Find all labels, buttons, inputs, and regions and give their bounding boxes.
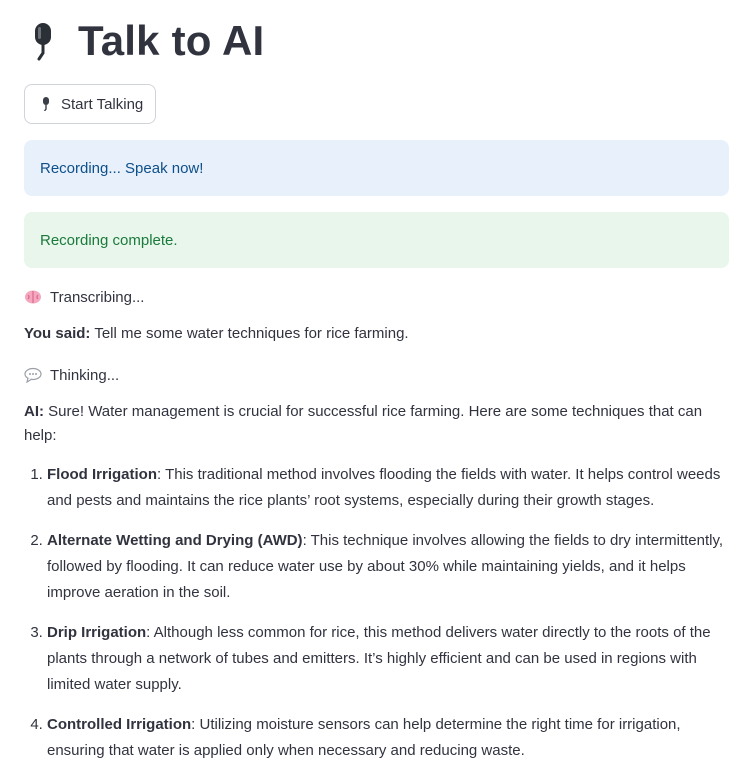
user-text: Tell me some water techniques for rice f… [94, 325, 409, 342]
user-label: You said: [24, 325, 91, 342]
technique-name: Drip Irrigation [47, 624, 147, 641]
thinking-text: Thinking... [50, 366, 120, 384]
user-message: You said: Tell me some water techniques … [24, 322, 729, 346]
techniques-list: Flood Irrigation: This traditional metho… [24, 462, 729, 763]
technique-name: Flood Irrigation [47, 466, 157, 483]
list-item: Drip Irrigation: Although less common fo… [47, 620, 729, 698]
brain-icon [24, 288, 42, 306]
header: Talk to AI [24, 0, 729, 82]
ai-label: AI: [24, 403, 44, 420]
start-talking-button[interactable]: Start Talking [24, 84, 157, 124]
page-title: Talk to AI [78, 17, 265, 64]
start-talking-label: Start Talking [61, 95, 144, 113]
recording-alert-text: Recording... Speak now! [40, 159, 204, 177]
recording-complete-text: Recording complete. [40, 231, 178, 249]
recording-alert: Recording... Speak now! [24, 140, 729, 196]
recording-complete-alert: Recording complete. [24, 212, 729, 268]
transcribing-text: Transcribing... [50, 288, 145, 306]
microphone-icon [37, 95, 55, 113]
list-item: Flood Irrigation: This traditional metho… [47, 462, 729, 514]
app-page: Talk to AI Start Talking Recording... Sp… [0, 0, 753, 763]
list-item: Alternate Wetting and Drying (AWD): This… [47, 528, 729, 606]
transcribing-status: Transcribing... [24, 286, 729, 308]
thinking-status: Thinking... [24, 364, 729, 386]
microphone-icon [24, 19, 64, 63]
technique-text: : Although less common for rice, this me… [47, 624, 711, 693]
ai-message: AI: Sure! Water management is crucial fo… [24, 400, 729, 448]
list-item: Controlled Irrigation: Utilizing moistur… [47, 712, 729, 763]
speech-bubble-icon [24, 366, 42, 384]
technique-name: Alternate Wetting and Drying (AWD) [47, 532, 303, 549]
technique-name: Controlled Irrigation [47, 716, 192, 733]
ai-intro: Sure! Water management is crucial for su… [24, 403, 703, 444]
